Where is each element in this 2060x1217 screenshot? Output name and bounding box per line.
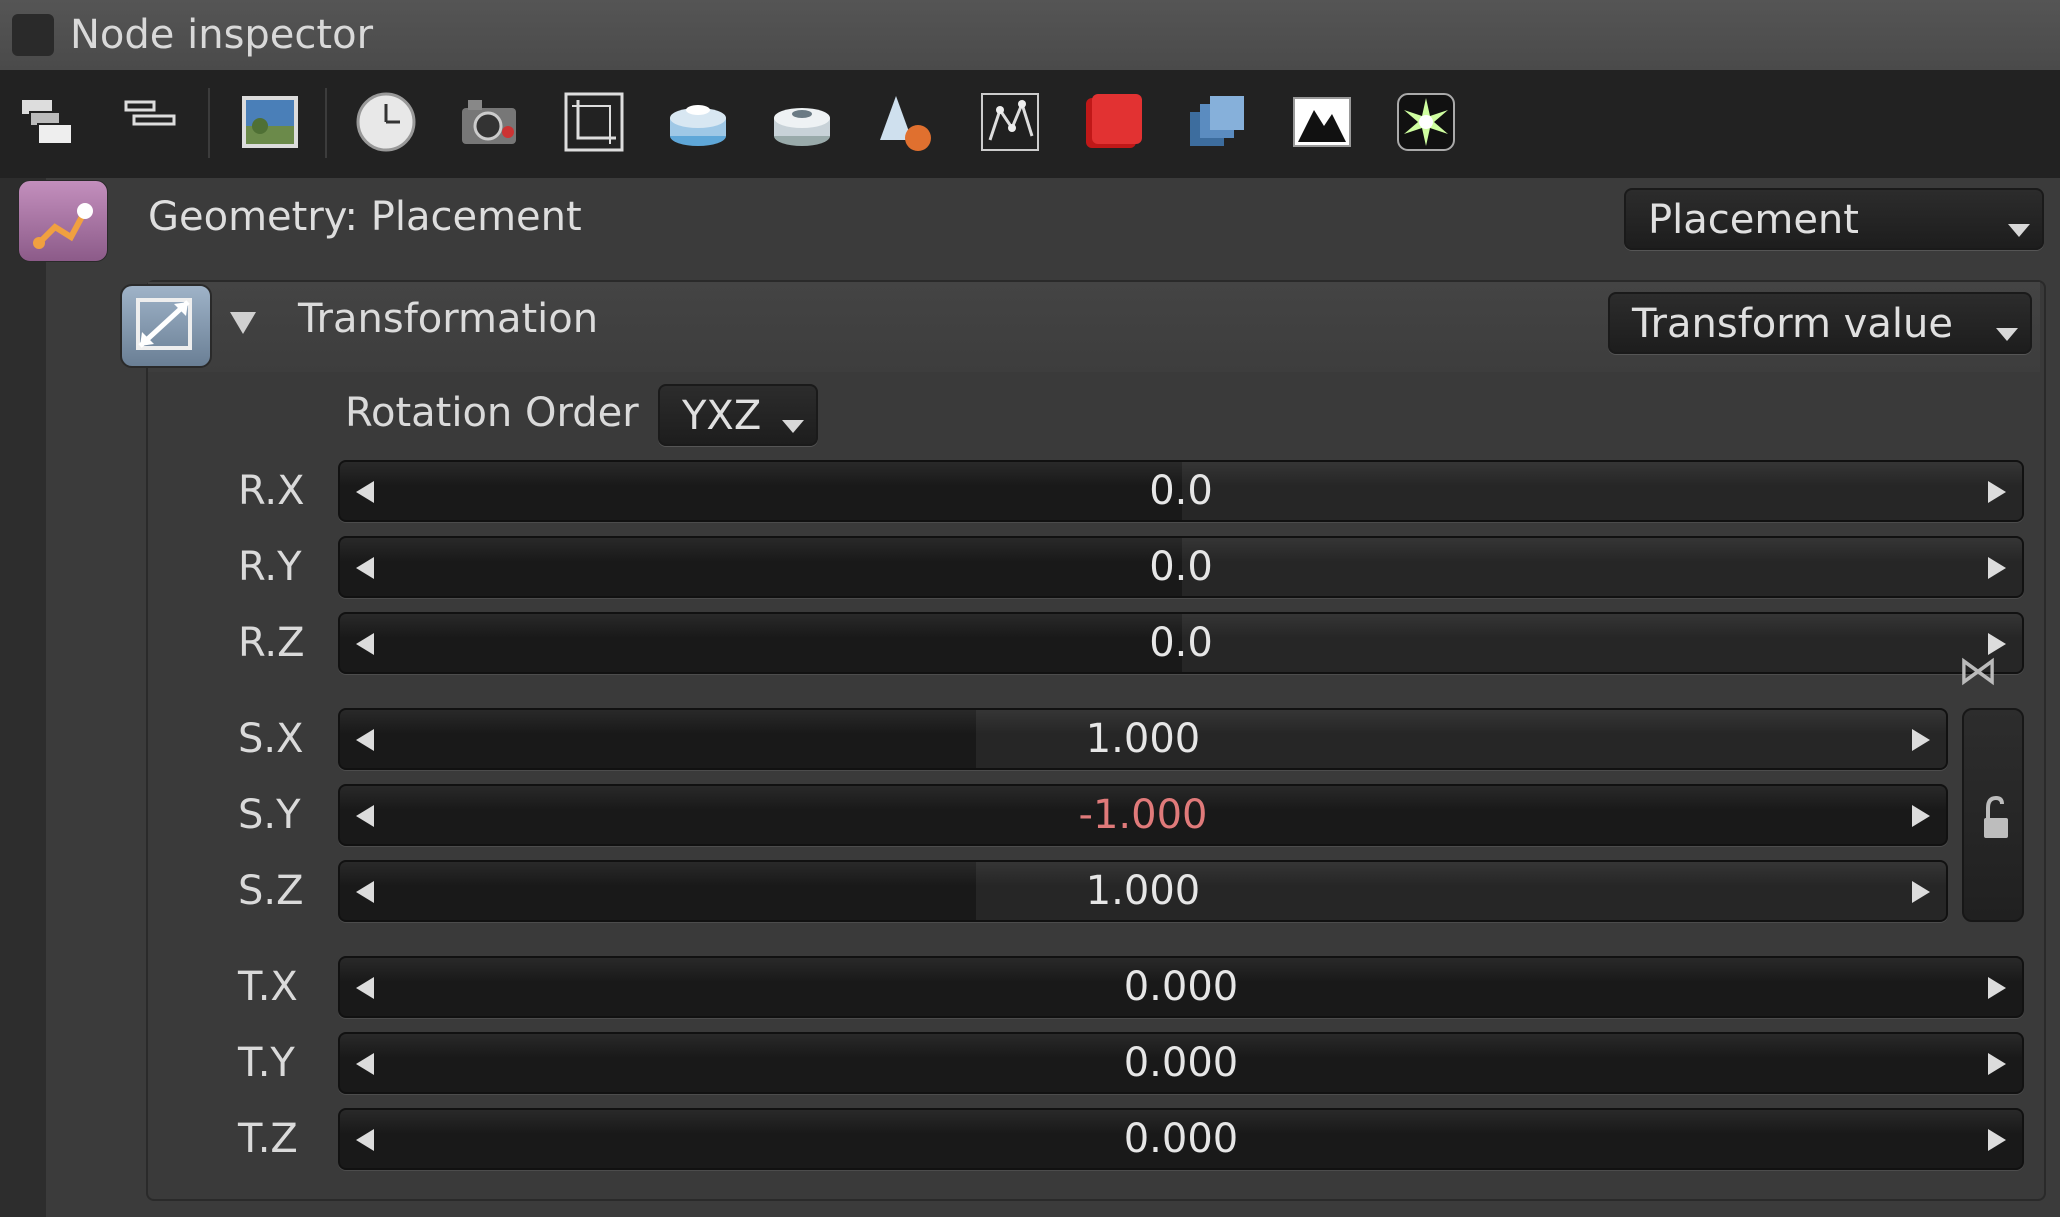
increment-arrow-icon[interactable] [1912,729,1930,751]
padlock-open-icon [1984,795,2008,838]
rotation-order-dropdown[interactable]: YXZ [658,384,818,446]
scale-z-value: 1.000 [1085,868,1201,914]
chevron-down-icon [782,420,804,433]
starburst-icon[interactable] [1394,90,1458,154]
transform-arrows-icon[interactable] [120,284,212,368]
clock-icon[interactable] [354,90,418,154]
crop-frame-icon[interactable] [562,90,626,154]
landscape-image-icon[interactable] [238,90,302,154]
increment-arrow-icon[interactable] [1912,805,1930,827]
cone-sphere-icon[interactable] [874,90,938,154]
geometry-mode-value: Placement [1648,197,1859,243]
rotation-order-value: YXZ [682,393,762,439]
window-menu-button[interactable] [12,14,54,56]
rotation-x-slider[interactable]: 0.0 [338,460,2024,522]
geometry-node-icon[interactable] [18,180,108,262]
rotation-z-label: R.Z [238,620,305,666]
scale-lock-toggle[interactable] [1962,708,2024,922]
disc-stack-silver-icon[interactable] [770,90,834,154]
mountain-icon[interactable] [1290,90,1354,154]
translation-y-value: 0.000 [1123,1040,1239,1086]
rotation-y-slider[interactable]: 0.0 [338,536,2024,598]
scale-x-label: S.X [238,716,304,762]
rotation-y-label: R.Y [238,544,302,590]
chevron-down-icon [2008,224,2030,237]
geometry-mode-dropdown[interactable]: Placement [1624,188,2044,250]
scale-z-slider[interactable]: 1.000 [338,860,1948,922]
rotation-y-value: 0.0 [1149,544,1213,590]
increment-arrow-icon[interactable] [1988,557,2006,579]
translation-z-slider[interactable]: 0.000 [338,1108,2024,1170]
translation-x-label: T.X [238,964,298,1010]
rotation-z-value: 0.0 [1149,620,1213,666]
rotation-order-label: Rotation Order [345,390,639,436]
network-icon[interactable] [978,90,1042,154]
translation-z-label: T.Z [238,1116,298,1162]
toolbar-separator [208,88,210,158]
rotation-x-value: 0.0 [1149,468,1213,514]
increment-arrow-icon[interactable] [1988,1053,2006,1075]
scale-y-label: S.Y [238,792,301,838]
text-cursor-icon: ⋈ [1958,648,1998,694]
geometry-label: Geometry: Placement [148,194,582,240]
title-bar: Node inspector [0,0,2060,71]
red-cube-icon[interactable] [1082,90,1146,154]
increment-arrow-icon[interactable] [1988,481,2006,503]
rotation-x-label: R.X [238,468,305,514]
disc-stack-icon[interactable] [666,90,730,154]
translation-x-slider[interactable]: 0.000 [338,956,2024,1018]
increment-arrow-icon[interactable] [1912,881,1930,903]
camera-icon[interactable] [458,90,522,154]
left-gutter [0,178,46,1217]
chevron-down-icon [1996,328,2018,341]
translation-x-value: 0.000 [1123,964,1239,1010]
translation-z-value: 0.000 [1123,1116,1239,1162]
scale-x-value: 1.000 [1085,716,1201,762]
align-lines-icon[interactable] [120,90,184,154]
blue-layers-icon[interactable] [1186,90,1250,154]
toolbar [0,70,2060,178]
increment-arrow-icon[interactable] [1988,977,2006,999]
toolbar-separator [325,88,327,158]
scale-y-slider[interactable]: -1.000 [338,784,1948,846]
transformation-label: Transformation [298,296,599,342]
stack-windows-icon[interactable] [18,90,82,154]
collapse-triangle-icon[interactable] [230,312,256,334]
transform-mode-value: Transform value [1632,301,1953,347]
scale-x-slider[interactable]: 1.000 [338,708,1948,770]
window-title: Node inspector [70,12,374,58]
translation-y-slider[interactable]: 0.000 [338,1032,2024,1094]
translation-y-label: T.Y [238,1040,295,1086]
scale-y-value: -1.000 [1078,792,1208,838]
transform-mode-dropdown[interactable]: Transform value [1608,292,2032,354]
increment-arrow-icon[interactable] [1988,1129,2006,1151]
scale-z-label: S.Z [238,868,304,914]
rotation-z-slider[interactable]: 0.0 [338,612,2024,674]
